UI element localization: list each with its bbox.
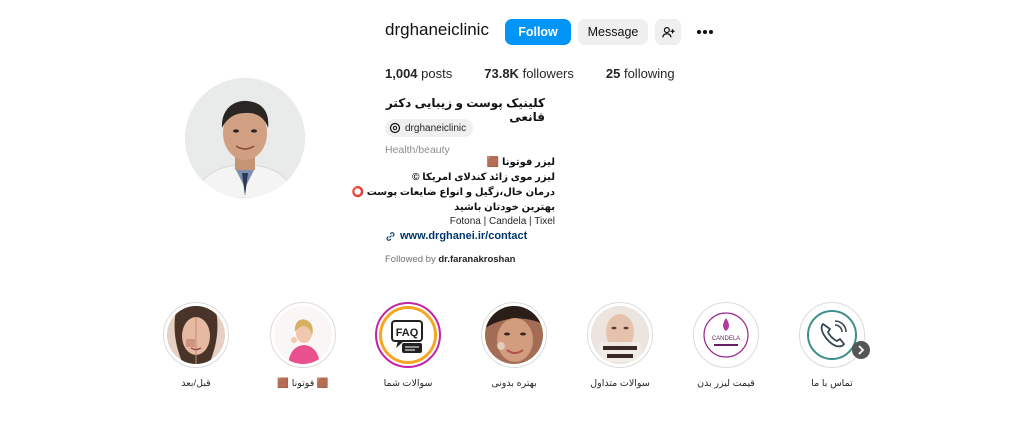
profile-stats: 1,004 posts 73.8K followers 25 following bbox=[385, 66, 707, 81]
highlight-fotona[interactable]: 🟫 فوتونا 🟫 bbox=[268, 302, 338, 389]
posts-count: 1,004 bbox=[385, 66, 418, 81]
chevron-right-icon bbox=[858, 345, 865, 355]
follow-button[interactable]: Follow bbox=[505, 19, 571, 45]
highlight-label: سوالات شما bbox=[383, 378, 433, 389]
svg-text:FAQ: FAQ bbox=[396, 327, 419, 339]
highlight-label: سوالات متداول bbox=[590, 378, 650, 389]
bio-line: بهترین خودتان باشید bbox=[454, 202, 555, 213]
highlight-label: بهتره بدونی bbox=[491, 378, 537, 389]
bio-line: درمان خال،زگیل و انواع ضایعات پوست ⭕ bbox=[351, 187, 555, 198]
threads-icon bbox=[389, 122, 401, 134]
highlight-ring bbox=[270, 302, 336, 368]
profile-avatar[interactable] bbox=[185, 78, 305, 198]
highlight-your-questions[interactable]: FAQ سوالات شما bbox=[373, 302, 443, 389]
highlights-next-button[interactable] bbox=[852, 341, 870, 359]
svg-text:CANDELA: CANDELA bbox=[712, 336, 740, 342]
highlight-body-laser-price[interactable]: CANDELA قیمت لیزر بدن bbox=[691, 302, 761, 389]
highlight-ring bbox=[481, 302, 547, 368]
profile-bio: لیزر فوتونا 🟫 لیزر موی زائد کندلای امریک… bbox=[351, 155, 555, 215]
highlight-ring: FAQ bbox=[375, 302, 441, 368]
profile-username: drghaneiclinic bbox=[385, 20, 489, 39]
phone-icon bbox=[807, 310, 857, 360]
highlight-ring bbox=[587, 302, 653, 368]
highlight-label: قیمت لیزر بدن bbox=[697, 378, 755, 389]
website-url: www.drghanei.ir/contact bbox=[400, 230, 528, 242]
add-user-icon bbox=[661, 26, 675, 37]
link-icon bbox=[386, 231, 395, 241]
followed-by[interactable]: Followed by dr.faranakroshan bbox=[385, 254, 515, 265]
highlight-better-know[interactable]: بهتره بدونی bbox=[479, 302, 549, 389]
woman-face-icon bbox=[485, 306, 543, 364]
posts-label: posts bbox=[421, 66, 453, 81]
highlight-before-after[interactable]: قبل/بعد bbox=[161, 302, 231, 389]
highlight-label: قبل/بعد bbox=[181, 378, 211, 389]
highlight-ring: CANDELA bbox=[693, 302, 759, 368]
faq-icon: FAQ bbox=[391, 320, 423, 353]
more-dots-icon bbox=[697, 30, 713, 34]
bio-line: لیزر فوتونا 🟫 bbox=[486, 157, 555, 168]
following-count: 25 bbox=[605, 66, 621, 81]
website-link[interactable]: www.drghanei.ir/contact bbox=[385, 230, 527, 242]
followed-by-prefix: Followed by bbox=[385, 254, 436, 265]
followers-count: 73.8K bbox=[484, 66, 519, 81]
face-with-text-icon bbox=[591, 306, 649, 364]
posts-stat: 1,004 posts bbox=[385, 66, 452, 81]
suggest-user-button[interactable] bbox=[655, 19, 681, 45]
bio-brands: Fotona | Candela | Tixel bbox=[449, 216, 555, 227]
woman-pink-icon bbox=[274, 306, 332, 364]
followers-label: followers bbox=[522, 66, 574, 81]
highlight-ring bbox=[163, 302, 229, 368]
threads-handle: drghaneiclinic bbox=[405, 122, 467, 134]
highlight-label: تماس با ما bbox=[811, 378, 853, 389]
message-button[interactable]: Message bbox=[578, 19, 648, 45]
followers-stat[interactable]: 73.8K followers bbox=[484, 66, 574, 81]
before-after-face-icon bbox=[167, 306, 225, 364]
threads-link[interactable]: drghaneiclinic bbox=[385, 119, 474, 137]
following-label: following bbox=[623, 66, 675, 81]
following-stat[interactable]: 25 following bbox=[606, 66, 675, 81]
highlight-faq[interactable]: سوالات متداول bbox=[585, 302, 655, 389]
highlight-ring bbox=[799, 302, 865, 368]
bio-line: لیزر موی زائد کندلای امریکا © bbox=[412, 172, 555, 183]
more-options-button[interactable] bbox=[694, 21, 716, 43]
followed-by-user: dr.faranakroshan bbox=[438, 254, 516, 265]
avatar-photo bbox=[185, 78, 305, 198]
highlight-label: 🟫 فوتونا 🟫 bbox=[277, 378, 329, 389]
candela-logo-icon: CANDELA bbox=[703, 312, 749, 358]
